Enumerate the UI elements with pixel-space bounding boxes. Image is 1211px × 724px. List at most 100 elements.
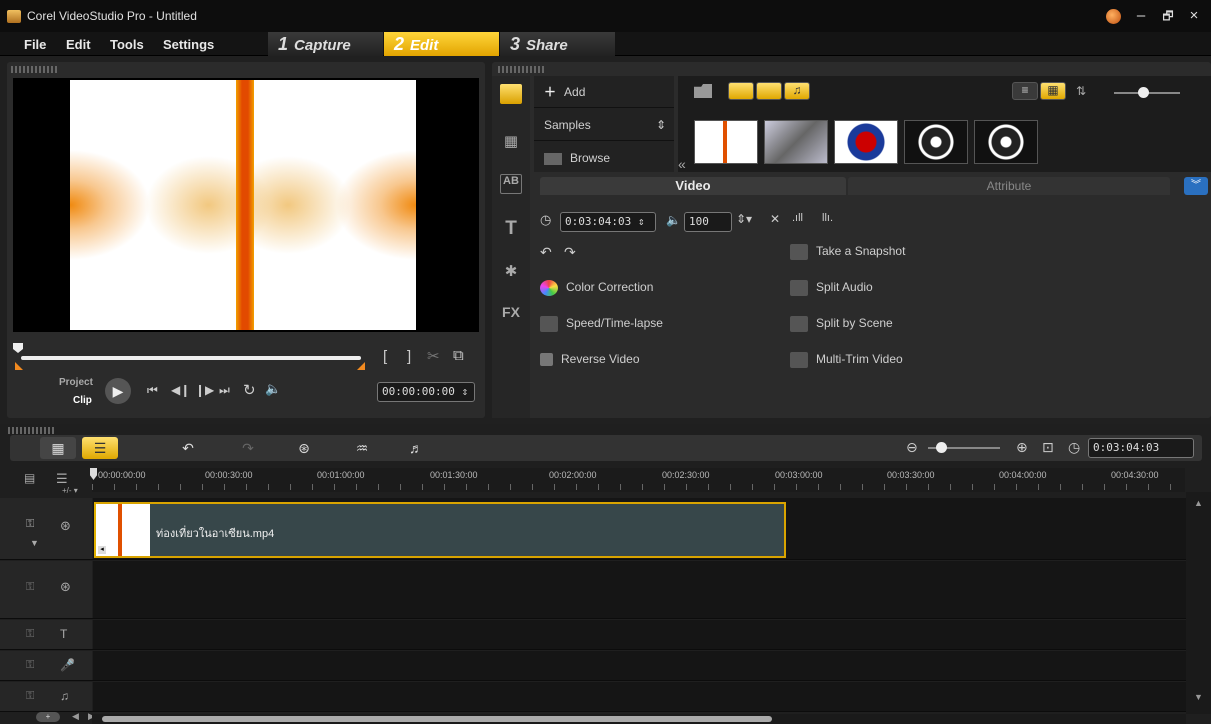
reverse-video-checkbox[interactable] [540, 353, 553, 367]
track-lock-icon[interactable]: ⚿ [26, 581, 34, 594]
title-track-body[interactable] [93, 620, 1186, 649]
overlay-track-body[interactable] [93, 561, 1186, 618]
track-lock-icon[interactable]: ⚿ [26, 628, 34, 641]
mark-out-icon[interactable]: ] [407, 348, 411, 365]
fit-project-icon[interactable]: ⊡ [1042, 439, 1054, 456]
undo-icon[interactable]: ↶ [170, 437, 206, 459]
minimize-icon[interactable]: – [1131, 7, 1151, 25]
multi-trim-video-option[interactable]: Multi-Trim Video [790, 352, 903, 368]
scrub-bar[interactable] [21, 356, 361, 360]
repeat-icon[interactable]: ↻ [243, 381, 256, 399]
trim-start-marker[interactable] [15, 362, 23, 370]
zoom-slider-knob[interactable] [936, 442, 947, 453]
audio-mixer-icon[interactable]: ♒ [344, 437, 380, 459]
track-lock-icon[interactable]: ⚿ [26, 659, 34, 672]
add-remove-chapter-icon[interactable]: +/- ▾ [62, 486, 78, 495]
slider-knob[interactable] [1138, 87, 1149, 98]
timeline-video-clip[interactable]: ◂ ท่องเที่ยวในอาเซียน.mp4 [94, 502, 786, 558]
project-mode-label[interactable]: Project [59, 377, 93, 388]
folder-icon[interactable] [694, 84, 712, 98]
expand-options-icon[interactable]: ︾ [1184, 177, 1208, 195]
volume-icon[interactable]: 🔈 [265, 381, 281, 397]
auto-music-icon[interactable]: ♬ [398, 437, 434, 459]
menu-file[interactable]: File [24, 37, 46, 52]
collapse-options-icon[interactable]: « [678, 156, 686, 172]
scrollbar-thumb[interactable] [102, 716, 772, 722]
timeline-horizontal-scrollbar[interactable] [92, 714, 1186, 724]
instant-project-icon[interactable]: ▦ [500, 132, 522, 152]
rotate-right-icon[interactable]: ↷ [564, 244, 576, 261]
add-track-icon[interactable]: + [36, 712, 60, 722]
fade-in-icon[interactable]: .ıll [792, 212, 803, 224]
redo-icon[interactable]: ↷ [230, 437, 266, 459]
thumbnail-view-icon[interactable]: ▦ [1040, 82, 1066, 100]
home-icon[interactable]: ⏮ [147, 383, 158, 398]
step-capture-tab[interactable]: 1 Capture [268, 32, 383, 56]
list-view-icon[interactable]: ≡ [1012, 82, 1038, 100]
title-icon[interactable]: T [500, 218, 522, 239]
timecode-field[interactable]: 00:00:00:00 ⇕ [377, 382, 475, 402]
voice-track-body[interactable] [93, 651, 1186, 680]
close-icon[interactable]: × [1184, 7, 1204, 25]
sort-icon[interactable]: ⇅ [1076, 84, 1086, 98]
library-thumb-audio[interactable] [904, 120, 968, 164]
time-ruler[interactable]: 00:00:00:00 00:00:30:00 00:01:00:00 00:0… [90, 468, 1185, 492]
menu-tools[interactable]: Tools [110, 37, 144, 52]
track-manager-icon[interactable]: ▤ [24, 471, 35, 485]
storyboard-view-button[interactable]: ▦ [40, 437, 76, 459]
record-capture-icon[interactable]: ⊛ [286, 437, 322, 459]
end-icon[interactable]: ⏭ [219, 383, 230, 398]
volume-field[interactable]: 100 [684, 212, 732, 232]
volume-spin-icon[interactable]: ⇕▾ [736, 212, 752, 226]
scrub-handle-icon[interactable] [13, 343, 23, 353]
browse-button[interactable]: Browse [534, 142, 674, 174]
panel-grip[interactable] [8, 427, 56, 434]
show-videos-button[interactable] [728, 82, 754, 100]
take-snapshot-option[interactable]: Take a Snapshot [790, 244, 905, 260]
mute-icon[interactable]: ✕ [770, 212, 780, 226]
color-correction-option[interactable]: Color Correction [540, 280, 653, 296]
step-edit-tab[interactable]: 2 Edit [384, 32, 499, 56]
mark-in-icon[interactable]: [ [383, 348, 387, 365]
play-button[interactable]: ▶ [105, 378, 131, 404]
library-thumb-audio[interactable] [974, 120, 1038, 164]
menu-settings[interactable]: Settings [163, 37, 214, 52]
fade-out-icon[interactable]: llı. [822, 212, 833, 224]
tab-attribute[interactable]: Attribute [848, 177, 1170, 195]
restore-icon[interactable]: 🗗 [1158, 7, 1178, 25]
speed-timelapse-option[interactable]: Speed/Time-lapse [540, 316, 663, 332]
tab-video[interactable]: Video [540, 177, 846, 195]
scroll-left-icon[interactable]: ◀ [72, 711, 79, 722]
track-lock-icon[interactable]: ⚿ [26, 518, 34, 531]
globe-icon[interactable] [1106, 9, 1121, 24]
spin-icon[interactable]: ⇕ [638, 215, 645, 228]
library-thumb-video[interactable] [694, 120, 758, 164]
media-category-icon[interactable] [500, 84, 522, 104]
graphic-icon[interactable]: ✱ [500, 262, 522, 282]
step-share-tab[interactable]: 3 Share [500, 32, 615, 56]
library-thumb-logo[interactable] [834, 120, 898, 164]
panel-grip[interactable] [498, 66, 546, 73]
zoom-in-icon[interactable]: ⊕ [1016, 439, 1028, 456]
rotate-left-icon[interactable]: ↶ [540, 244, 552, 261]
panel-grip[interactable] [11, 66, 59, 73]
reverse-video-option[interactable]: Reverse Video [540, 352, 640, 367]
samples-folder-select[interactable]: Samples ⇕ [534, 109, 674, 141]
show-photos-button[interactable] [756, 82, 782, 100]
timeline-vertical-scrollbar[interactable]: ▲ ▼ [1186, 492, 1211, 714]
duration-field[interactable]: 0:03:04:03 ⇕ [560, 212, 656, 232]
enlarge-preview-icon[interactable]: ⧉ [453, 347, 464, 364]
filter-fx-icon[interactable]: FX [500, 304, 522, 324]
menu-edit[interactable]: Edit [66, 37, 91, 52]
playhead-icon[interactable] [90, 468, 97, 480]
music-track-body[interactable] [93, 682, 1186, 711]
split-audio-option[interactable]: Split Audio [790, 280, 873, 296]
split-clip-icon[interactable]: ✂ [427, 347, 440, 365]
clip-mode-label[interactable]: Clip [73, 395, 92, 406]
chapter-cue-icon[interactable]: ☰ [56, 471, 68, 487]
track-expand-icon[interactable]: ▼ [30, 538, 39, 548]
library-thumb-photo[interactable] [764, 120, 828, 164]
spin-icon[interactable]: ⇕ [461, 385, 468, 398]
track-lock-icon[interactable]: ⚿ [26, 690, 34, 703]
trim-end-marker[interactable] [357, 362, 365, 370]
